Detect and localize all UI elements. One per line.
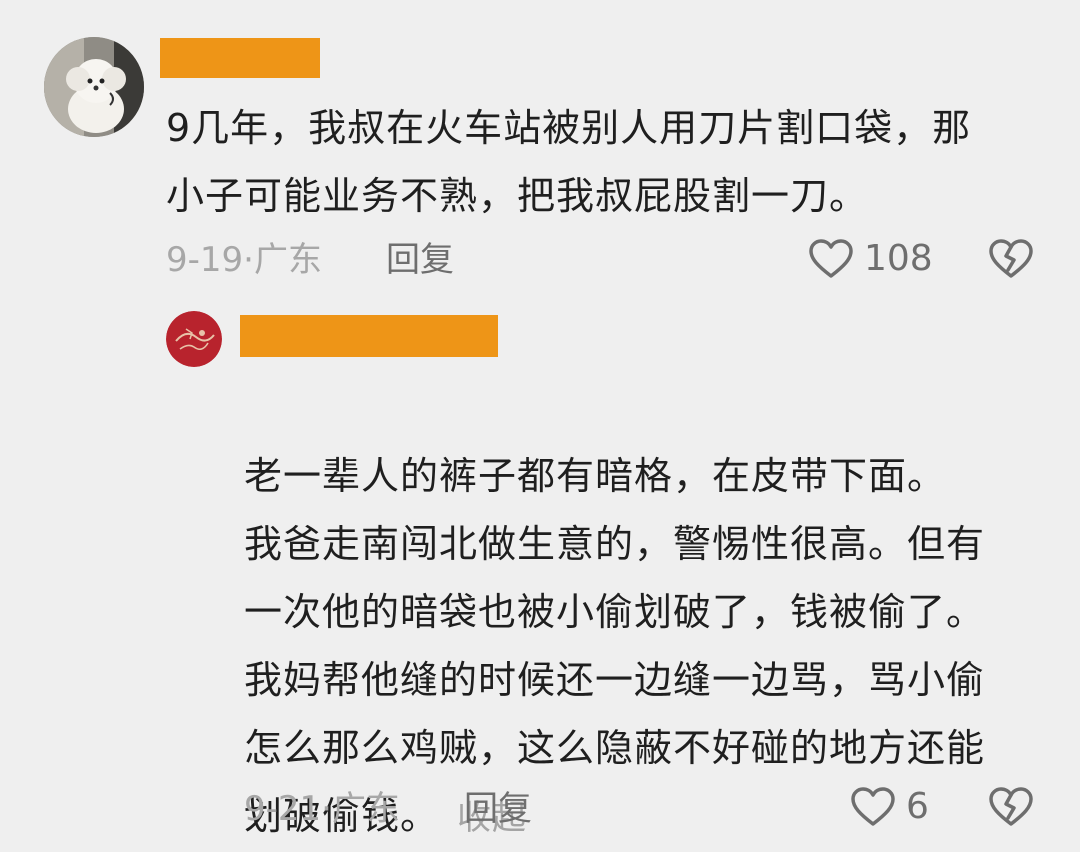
- red-pattern-avatar-image: [166, 311, 222, 367]
- reply-reply-button[interactable]: 回复: [464, 789, 532, 829]
- reply-like-button[interactable]: 6: [850, 784, 929, 830]
- broken-heart-icon: [989, 239, 1033, 278]
- comment-text: 9几年，我叔在火车站被别人用刀片割口袋，那 小子可能业务不熟，把我叔屁股割一刀。: [166, 106, 972, 218]
- username-redacted[interactable]: [160, 38, 320, 78]
- dislike-button[interactable]: [988, 238, 1034, 280]
- comment-date: 9-19: [166, 240, 244, 280]
- broken-heart-icon: [989, 787, 1033, 826]
- comment-meta: 9-19·广东: [166, 240, 322, 280]
- avatar[interactable]: [44, 37, 144, 137]
- reply-date: 9-21: [244, 789, 322, 829]
- reply-avatar[interactable]: [166, 311, 222, 367]
- dog-avatar-image: [44, 37, 144, 137]
- heart-outline-icon: [851, 787, 895, 826]
- reply-button[interactable]: 回复: [386, 240, 454, 280]
- reply-like-count: 6: [906, 786, 929, 827]
- reply-username-redacted[interactable]: [240, 315, 498, 357]
- reply-meta: 9-21·广东: [244, 789, 400, 829]
- comment-location: 广东: [253, 240, 322, 280]
- like-count: 108: [864, 238, 933, 279]
- meta-separator: ·: [243, 240, 254, 280]
- reply-location: 广东: [331, 789, 400, 829]
- meta-separator: ·: [321, 789, 332, 829]
- like-button[interactable]: 108: [808, 236, 933, 282]
- reply-text: 老一辈人的裤子都有暗格，在皮带下面。 我爸走南闯北做生意的，警惕性很高。但有 一…: [244, 374, 1044, 852]
- reply-dislike-button[interactable]: [988, 786, 1034, 828]
- heart-outline-icon: [809, 239, 853, 278]
- reply-text-body: 老一辈人的裤子都有暗格，在皮带下面。 我爸走南闯北做生意的，警惕性很高。但有 一…: [244, 454, 986, 838]
